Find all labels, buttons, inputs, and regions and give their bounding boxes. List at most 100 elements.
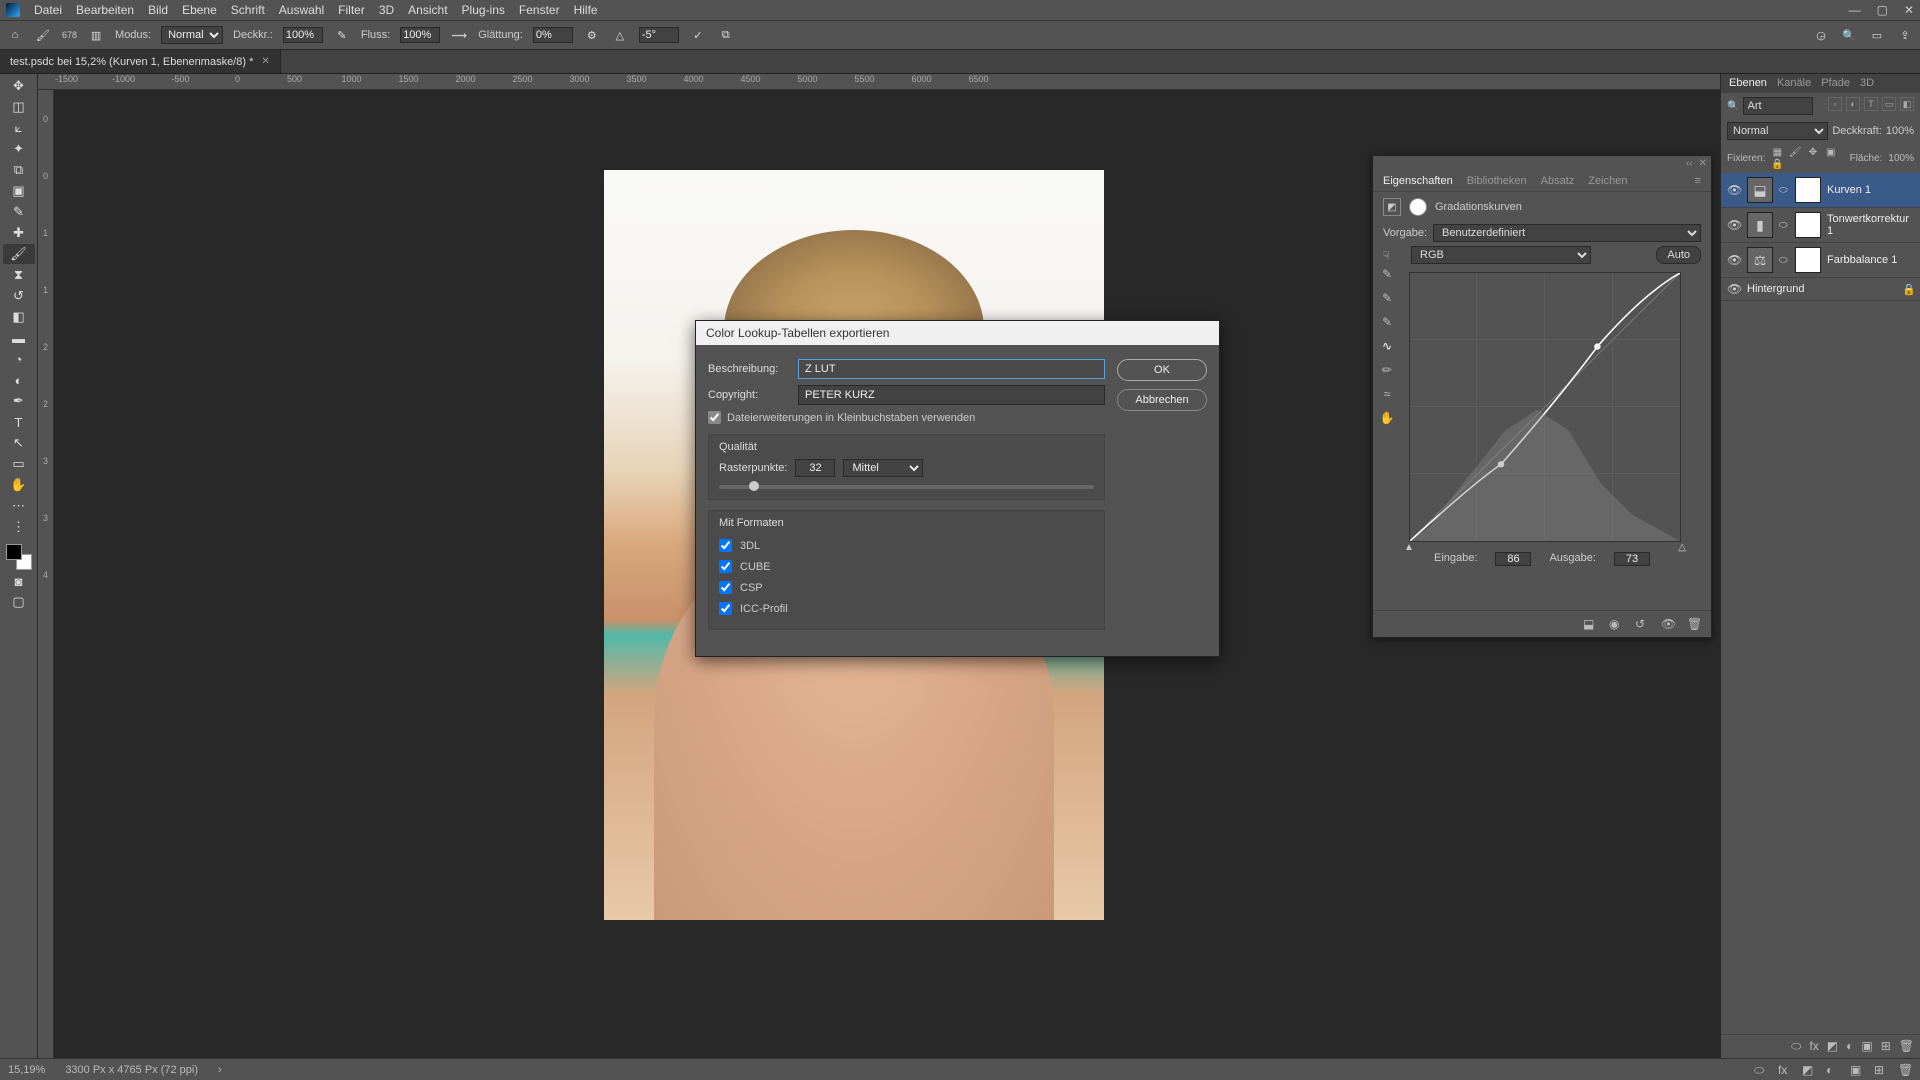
layer-name[interactable]: Farbbalance 1 [1827,254,1914,266]
search-icon[interactable]: 🔍 [1840,26,1858,44]
menu-hilfe[interactable]: Hilfe [574,3,598,17]
edit-toolbar-icon[interactable]: ⋮ [3,517,35,537]
layer-name[interactable]: Kurven 1 [1827,184,1914,196]
screenmode-icon[interactable]: ▢ [3,592,35,612]
layer-row[interactable]: 👁 ▮ ⬭ Tonwertkorrektur 1 [1721,208,1920,243]
filter-type-icon[interactable]: T [1864,97,1878,111]
wand-tool-icon[interactable]: ✦ [3,139,35,159]
eyedropper-gray-icon[interactable]: ✎ [1379,290,1395,306]
menu-fenster[interactable]: Fenster [519,3,560,17]
layer-name[interactable]: Hintergrund [1747,283,1896,295]
eyedropper-white-icon[interactable]: ✎ [1379,314,1395,330]
window-minimize-icon[interactable]: — [1849,3,1861,17]
curve-hand-icon[interactable]: ✋ [1379,410,1395,426]
visibility-icon[interactable]: 👁 [1727,253,1741,267]
window-close-icon[interactable]: ✕ [1904,3,1914,17]
close-tab-icon[interactable]: ✕ [261,56,269,67]
fx-icon[interactable]: fx [1809,1039,1818,1054]
marquee-tool-icon[interactable]: ◫ [3,97,35,117]
tab-bibliotheken[interactable]: Bibliotheken [1467,175,1527,187]
tab-3d[interactable]: 3D [1860,77,1874,89]
menu-schrift[interactable]: Schrift [231,3,265,17]
brush-tool-icon[interactable]: 🖌 [3,244,35,264]
symmetry-icon[interactable]: ✓ [689,26,707,44]
menu-ebene[interactable]: Ebene [182,3,217,17]
menu-ansicht[interactable]: Ansicht [408,3,447,17]
format-icc-checkbox[interactable] [719,602,732,615]
stamp-tool-icon[interactable]: ⧗ [3,265,35,285]
black-slider-icon[interactable]: ▲ [1404,542,1414,553]
brush-tool-icon[interactable]: 🖌 [34,26,52,44]
clip-icon[interactable]: ⬓ [1583,617,1599,631]
hand-tool-icon[interactable]: ✋ [3,475,35,495]
panel-menu-icon[interactable]: ≡ [1695,175,1701,187]
menu-auswahl[interactable]: Auswahl [279,3,324,17]
output-value[interactable] [1614,552,1650,566]
zoom-tool-icon[interactable]: ⋯ [3,496,35,516]
link-icon[interactable]: ⬭ [1779,220,1789,231]
finger-icon[interactable]: ☟ [1383,249,1405,262]
description-input[interactable] [798,359,1105,379]
lowercase-checkbox[interactable] [708,411,721,424]
sb-link-icon[interactable]: ⬭ [1754,1063,1768,1077]
move-tool-icon[interactable]: ✥ [3,76,35,96]
frame-tool-icon[interactable]: ▣ [3,181,35,201]
sb-new-icon[interactable]: ⊞ [1874,1063,1888,1077]
adjustment-add-icon[interactable]: ◐ [1846,1039,1853,1054]
tab-kanaele[interactable]: Kanäle [1777,77,1811,89]
menu-bearbeiten[interactable]: Bearbeiten [76,3,134,17]
curves-graph[interactable]: ▲ △ [1409,272,1681,542]
format-csp-checkbox[interactable] [719,581,732,594]
quality-slider[interactable] [719,485,1094,489]
butterfly-icon[interactable]: ⧉ [717,26,735,44]
tab-eigenschaften[interactable]: Eigenschaften [1383,175,1453,187]
path-tool-icon[interactable]: ↖ [3,433,35,453]
menu-3d[interactable]: 3D [379,3,394,17]
chevron-right-icon[interactable]: › [218,1064,222,1076]
tab-ebenen[interactable]: Ebenen [1729,77,1767,89]
layer-row[interactable]: 👁 Hintergrund 🔒 [1721,278,1920,301]
layer-name[interactable]: Tonwertkorrektur 1 [1827,213,1914,237]
filter-shape-icon[interactable]: ▭ [1882,97,1896,111]
cancel-button[interactable]: Abbrechen [1117,389,1207,411]
visibility-icon[interactable]: 👁 [1727,218,1741,232]
type-tool-icon[interactable]: T [3,412,35,432]
white-slider-icon[interactable]: △ [1678,542,1686,553]
link-icon[interactable]: ⬭ [1779,255,1789,266]
quality-select[interactable]: Mittel [843,459,923,477]
visibility-icon[interactable]: 👁 [1727,282,1741,296]
smoothing-input[interactable] [533,27,573,43]
menu-plugins[interactable]: Plug-ins [462,3,505,17]
color-swatch[interactable] [6,544,32,570]
link-layers-icon[interactable]: ⬭ [1791,1039,1801,1054]
layer-opacity-value[interactable]: 100% [1886,125,1914,137]
reset-icon[interactable]: ↺ [1635,617,1651,631]
input-value[interactable] [1495,552,1531,566]
sb-mask-icon[interactable]: ◩ [1802,1063,1816,1077]
layer-mask-thumb[interactable] [1795,177,1821,203]
preset-select[interactable]: Benutzerdefiniert [1433,224,1701,242]
angle-input[interactable] [639,27,679,43]
delete-adjustment-icon[interactable]: 🗑 [1687,617,1703,631]
auto-button[interactable]: Auto [1656,246,1701,264]
opacity-input[interactable] [283,27,323,43]
group-icon[interactable]: ▣ [1861,1039,1872,1054]
tab-pfade[interactable]: Pfade [1821,77,1850,89]
home-icon[interactable]: ⌂ [6,26,24,44]
sb-group-icon[interactable]: ▣ [1850,1063,1864,1077]
channel-select[interactable]: RGB [1411,246,1591,264]
menu-filter[interactable]: Filter [338,3,365,17]
crop-tool-icon[interactable]: ⧉ [3,160,35,180]
copyright-input[interactable] [798,385,1105,405]
window-maximize-icon[interactable]: ▢ [1877,3,1888,17]
filter-pixel-icon[interactable]: ▫ [1828,97,1842,111]
toggle-visibility-icon[interactable]: 👁 [1661,617,1677,631]
opacity-pressure-icon[interactable]: ✎ [333,26,351,44]
share-icon[interactable]: ⇪ [1896,26,1914,44]
ok-button[interactable]: OK [1117,359,1207,381]
flow-input[interactable] [400,27,440,43]
sb-adj-icon[interactable]: ◐ [1826,1063,1840,1077]
lock-all-icon[interactable]: 🔒 [1771,158,1783,170]
link-icon[interactable]: ⬭ [1779,185,1789,196]
layer-filter-input[interactable] [1743,97,1813,115]
